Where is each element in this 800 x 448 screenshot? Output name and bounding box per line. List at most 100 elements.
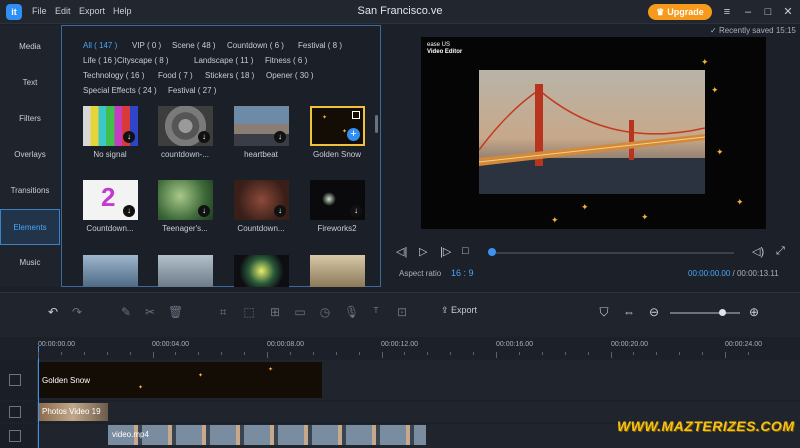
category-all[interactable]: All ( 147 ): [83, 41, 117, 50]
ruler-tick: [610, 352, 612, 358]
zoom-slider-handle[interactable]: [719, 309, 726, 316]
ruler-tick: [656, 352, 658, 355]
element-thumb-row3-3[interactable]: [234, 255, 289, 287]
tab-media[interactable]: Media: [0, 29, 60, 65]
play-icon[interactable]: ▷: [419, 245, 427, 258]
speed-icon[interactable]: ◷: [318, 305, 332, 319]
voice-icon[interactable]: ᵀ: [369, 305, 383, 319]
ruler-tick: [60, 352, 62, 355]
element-thumb-fireworks2[interactable]: ↓: [310, 180, 365, 220]
category-technology[interactable]: Technology ( 16 ): [83, 71, 144, 80]
clip-photos-video[interactable]: Photos Video 19: [38, 403, 108, 421]
download-icon[interactable]: ↓: [198, 131, 210, 143]
download-icon[interactable]: ↓: [123, 131, 135, 143]
resize-icon[interactable]: ⬚: [242, 305, 256, 319]
category-stickers[interactable]: Stickers ( 18 ): [205, 71, 254, 80]
category-opener[interactable]: Opener ( 30 ): [266, 71, 314, 80]
element-thumb-golden-snow[interactable]: ✦ ✦ +: [310, 106, 365, 146]
library-scrollbar[interactable]: [375, 115, 378, 133]
download-icon[interactable]: ↓: [274, 205, 286, 217]
fit-icon[interactable]: ⇔: [622, 305, 636, 319]
app-logo-icon: it: [6, 4, 22, 20]
previous-frame-icon[interactable]: ◁|: [396, 245, 407, 258]
category-special-effects[interactable]: Special Effects ( 24 ): [83, 86, 157, 95]
category-vip[interactable]: VIP ( 0 ): [132, 41, 161, 50]
export-button[interactable]: ⇪ Export: [441, 305, 477, 316]
category-fitness[interactable]: Fitness ( 6 ): [265, 56, 307, 65]
track-icon[interactable]: [9, 430, 21, 442]
checkbox[interactable]: [352, 111, 360, 119]
zoom-out-icon[interactable]: ⊖: [647, 305, 661, 319]
category-life[interactable]: Life ( 16 ): [83, 56, 117, 65]
category-cityscape[interactable]: Cityscape ( 8 ): [117, 56, 169, 65]
next-frame-icon[interactable]: |▷: [440, 245, 451, 258]
undo-icon[interactable]: ↶: [46, 305, 60, 319]
category-landscape[interactable]: Landscape ( 11 ): [194, 56, 253, 65]
marker-icon[interactable]: ⛉: [597, 305, 611, 319]
ruler-label: 00:00:08.00: [267, 341, 304, 348]
aspect-ratio-select[interactable]: 16 : 9: [451, 268, 474, 278]
close-icon[interactable]: ✕: [780, 4, 796, 20]
playhead[interactable]: [38, 346, 39, 448]
ruler-tick: [725, 352, 726, 358]
tab-elements[interactable]: Elements: [0, 209, 60, 245]
maximize-icon[interactable]: □: [760, 4, 776, 20]
clip-golden-snow[interactable]: ✦ ✦ ✦ Golden Snow: [38, 362, 322, 398]
category-festival[interactable]: Festival ( 8 ): [298, 41, 342, 50]
minimize-icon[interactable]: –: [740, 4, 756, 20]
ruler-tick: [83, 352, 85, 355]
track-icon[interactable]: [9, 374, 21, 386]
element-thumb-heartbeat[interactable]: ↓: [234, 106, 289, 146]
tab-text[interactable]: Text: [0, 65, 60, 101]
volume-icon[interactable]: ◁): [752, 245, 764, 258]
trash-icon[interactable]: 🗑: [168, 305, 183, 319]
menu-export[interactable]: Export: [79, 6, 105, 16]
freeze-icon[interactable]: ▭: [293, 305, 307, 319]
category-countdown[interactable]: Countdown ( 6 ): [227, 41, 284, 50]
element-label: countdown-...: [160, 150, 210, 159]
track-icon[interactable]: [9, 406, 21, 418]
seek-bar[interactable]: [494, 252, 734, 254]
menu-file[interactable]: File: [32, 6, 47, 16]
category-food[interactable]: Food ( 7 ): [158, 71, 193, 80]
element-thumb-countdown-3[interactable]: ↓: [234, 180, 289, 220]
menu-icon[interactable]: ≡: [719, 4, 735, 20]
clip-video[interactable]: video.mp4: [108, 425, 426, 445]
track-header-video: [0, 424, 38, 448]
stop-icon[interactable]: □: [462, 245, 469, 257]
element-thumb-row3-2[interactable]: [158, 255, 213, 287]
scissors-icon[interactable]: ✂: [143, 305, 157, 319]
seek-handle[interactable]: [488, 248, 496, 256]
menu-help[interactable]: Help: [113, 6, 132, 16]
tab-filters[interactable]: Filters: [0, 101, 60, 137]
element-thumb-no-signal[interactable]: ↓: [83, 106, 138, 146]
tab-transitions[interactable]: Transitions: [0, 173, 60, 209]
download-icon[interactable]: ↓: [198, 205, 210, 217]
category-festival-2[interactable]: Festival ( 27 ): [168, 86, 216, 95]
tab-overlays[interactable]: Overlays: [0, 137, 60, 173]
element-thumb-row3-4[interactable]: [310, 255, 365, 287]
fullscreen-icon[interactable]: ⤢: [776, 245, 785, 258]
tab-music[interactable]: Music: [0, 245, 60, 281]
menu-edit[interactable]: Edit: [55, 6, 71, 16]
split-icon[interactable]: ⊞: [268, 305, 282, 319]
element-thumb-teenagers[interactable]: ↓: [158, 180, 213, 220]
zoom-in-icon[interactable]: ⊕: [747, 305, 761, 319]
aspect-ratio-label: Aspect ratio: [399, 269, 442, 278]
download-icon[interactable]: ↓: [123, 205, 135, 217]
pencil-icon[interactable]: ✎: [119, 305, 133, 319]
ruler-tick: [541, 352, 543, 355]
mosaic-icon[interactable]: ⊡: [395, 305, 409, 319]
element-thumb-row3-1[interactable]: [83, 255, 138, 287]
download-icon[interactable]: ↓: [350, 205, 362, 217]
element-thumb-countdown-2[interactable]: 2 ↓: [83, 180, 138, 220]
crop-icon[interactable]: ⌗: [216, 305, 230, 319]
add-icon[interactable]: +: [347, 128, 360, 141]
element-thumb-countdown[interactable]: ↓: [158, 106, 213, 146]
zoom-slider[interactable]: [670, 312, 740, 314]
microphone-icon[interactable]: 🎙: [344, 305, 359, 319]
category-scene[interactable]: Scene ( 48 ): [172, 41, 216, 50]
redo-icon[interactable]: ↷: [70, 305, 84, 319]
download-icon[interactable]: ↓: [274, 131, 286, 143]
upgrade-button[interactable]: ♛ Upgrade: [648, 4, 712, 20]
